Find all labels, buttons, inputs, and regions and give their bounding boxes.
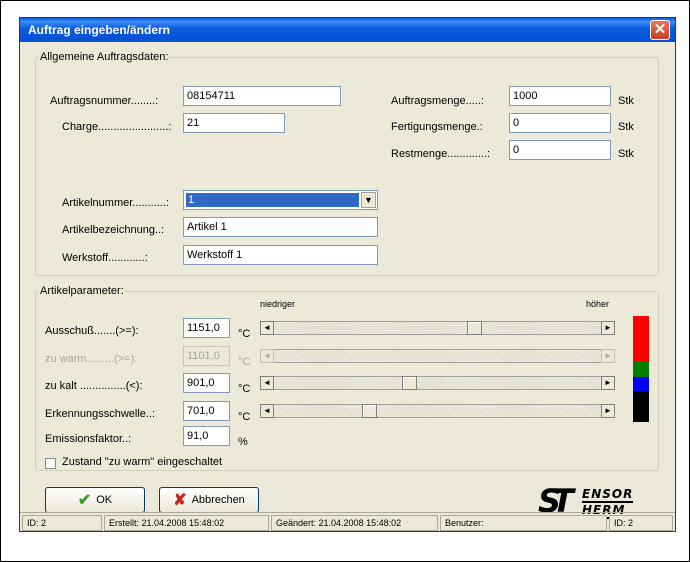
artikelbezeichnung-field[interactable]: Artikel 1 <box>183 217 378 237</box>
color-segment <box>633 316 649 344</box>
auftragsmenge-label: Auftragsmenge.....: <box>391 95 484 107</box>
param-slider[interactable]: ◄ ► <box>260 349 615 363</box>
status-created: Erstellt: 21.04.2008 15:48:02 <box>104 515 269 531</box>
restmenge-label: Restmenge.............: <box>391 148 491 160</box>
scroll-right-icon[interactable]: ► <box>601 404 615 418</box>
chevron-down-icon[interactable]: ▼ <box>361 192 376 208</box>
general-legend: Allgemeine Auftragsdaten: <box>40 51 169 63</box>
artikelbezeichnung-label: Artikelbezeichnung..: <box>62 224 165 236</box>
scroll-left-icon[interactable]: ◄ <box>260 376 274 390</box>
logo-line1: ENSOR <box>582 487 634 503</box>
artikelnummer-label: Artikelnummer...........: <box>62 197 169 209</box>
param-label: zu warm.........(>=): <box>45 353 138 365</box>
restmenge-unit: Stk <box>618 148 634 160</box>
general-group: Allgemeine Auftragsdaten: <box>35 51 659 276</box>
fertigungsmenge-unit: Stk <box>618 121 634 133</box>
param-slider[interactable]: ◄ ► <box>260 404 615 418</box>
scroll-left-icon[interactable]: ◄ <box>260 349 274 363</box>
slider-thumb[interactable] <box>467 321 482 335</box>
scale-high-label: höher <box>586 299 610 309</box>
status-changed: Geändert: 21.04.2008 15:48:02 <box>271 515 438 531</box>
emission-unit: % <box>238 436 248 448</box>
auftragsnummer-field[interactable]: 08154711 <box>183 86 341 106</box>
param-label: zu kalt ...............(<): <box>45 380 143 392</box>
title-bar[interactable]: Auftrag eingeben/ändern ✕ <box>20 18 675 42</box>
color-segment <box>633 377 649 391</box>
params-legend: Artikelparameter: <box>40 285 124 297</box>
dialog-window: Auftrag eingeben/ändern ✕ Allgemeine Auf… <box>19 17 676 532</box>
cross-icon: ✘ <box>173 492 187 509</box>
color-segment <box>633 344 649 361</box>
fertigungsmenge-label: Fertigungsmenge.: <box>391 121 483 133</box>
scale-low-label: niedriger <box>260 299 296 309</box>
charge-field[interactable]: 21 <box>183 113 285 133</box>
param-value-field[interactable]: 1151,0 <box>183 318 230 338</box>
param-unit: °C <box>238 411 251 423</box>
restmenge-field[interactable]: 0 <box>509 140 611 160</box>
param-slider[interactable]: ◄ ► <box>260 376 615 390</box>
param-unit: °C <box>238 356 251 368</box>
scroll-left-icon[interactable]: ◄ <box>260 404 274 418</box>
slider-thumb[interactable] <box>362 404 377 418</box>
param-unit: °C <box>238 328 251 340</box>
param-slider[interactable]: ◄ ► <box>260 321 615 335</box>
ok-button[interactable]: ✔ OK <box>45 487 145 513</box>
param-value-field[interactable]: 901,0 <box>183 373 230 393</box>
color-segment <box>633 391 649 422</box>
auftragsnummer-label: Auftragsnummer........: <box>50 95 159 107</box>
status-id-right: ID: 2 <box>609 515 673 531</box>
close-icon[interactable]: ✕ <box>650 20 670 40</box>
color-segment <box>633 361 649 377</box>
auftragsmenge-field[interactable]: 1000 <box>509 86 611 106</box>
param-unit: °C <box>238 383 251 395</box>
artikelnummer-selected: 1 <box>186 193 359 207</box>
scroll-left-icon[interactable]: ◄ <box>260 321 274 335</box>
slider-thumb[interactable] <box>402 376 417 390</box>
auftragsmenge-unit: Stk <box>618 95 634 107</box>
status-bar: ID: 2 Erstellt: 21.04.2008 15:48:02 Geän… <box>20 512 675 532</box>
scroll-right-icon[interactable]: ► <box>601 349 615 363</box>
checkmark-icon: ✔ <box>77 492 92 509</box>
ok-button-label: OK <box>96 494 113 506</box>
zu-warm-checkbox[interactable] <box>45 458 56 469</box>
status-id-left: ID: 2 <box>22 515 102 531</box>
emission-field[interactable]: 91,0 <box>183 426 230 446</box>
charge-label: Charge.......................: <box>62 121 172 133</box>
zu-warm-checkbox-label: Zustand "zu warm" eingeschaltet <box>62 456 223 468</box>
param-label: Ausschuß.......(>=): <box>45 325 139 337</box>
emission-label: Emissionsfaktor..: <box>45 433 132 445</box>
fertigungsmenge-field[interactable]: 0 <box>509 113 611 133</box>
status-color-bar <box>633 316 649 422</box>
werkstoff-label: Werkstoff............: <box>62 252 148 264</box>
werkstoff-field[interactable]: Werkstoff 1 <box>183 245 378 265</box>
window-title: Auftrag eingeben/ändern <box>28 23 171 37</box>
cancel-button-label: Abbrechen <box>191 494 245 506</box>
param-label: Erkennungsschwelle..: <box>45 408 156 420</box>
param-value-field[interactable]: 1101,0 <box>183 346 230 366</box>
param-value-field[interactable]: 701,0 <box>183 401 230 421</box>
scroll-right-icon[interactable]: ► <box>601 321 615 335</box>
artikelnummer-select[interactable]: 1 ▼ <box>183 190 378 210</box>
cancel-button[interactable]: ✘ Abbrechen <box>159 487 259 513</box>
status-user: Benutzer: <box>440 515 607 531</box>
scroll-right-icon[interactable]: ► <box>601 376 615 390</box>
